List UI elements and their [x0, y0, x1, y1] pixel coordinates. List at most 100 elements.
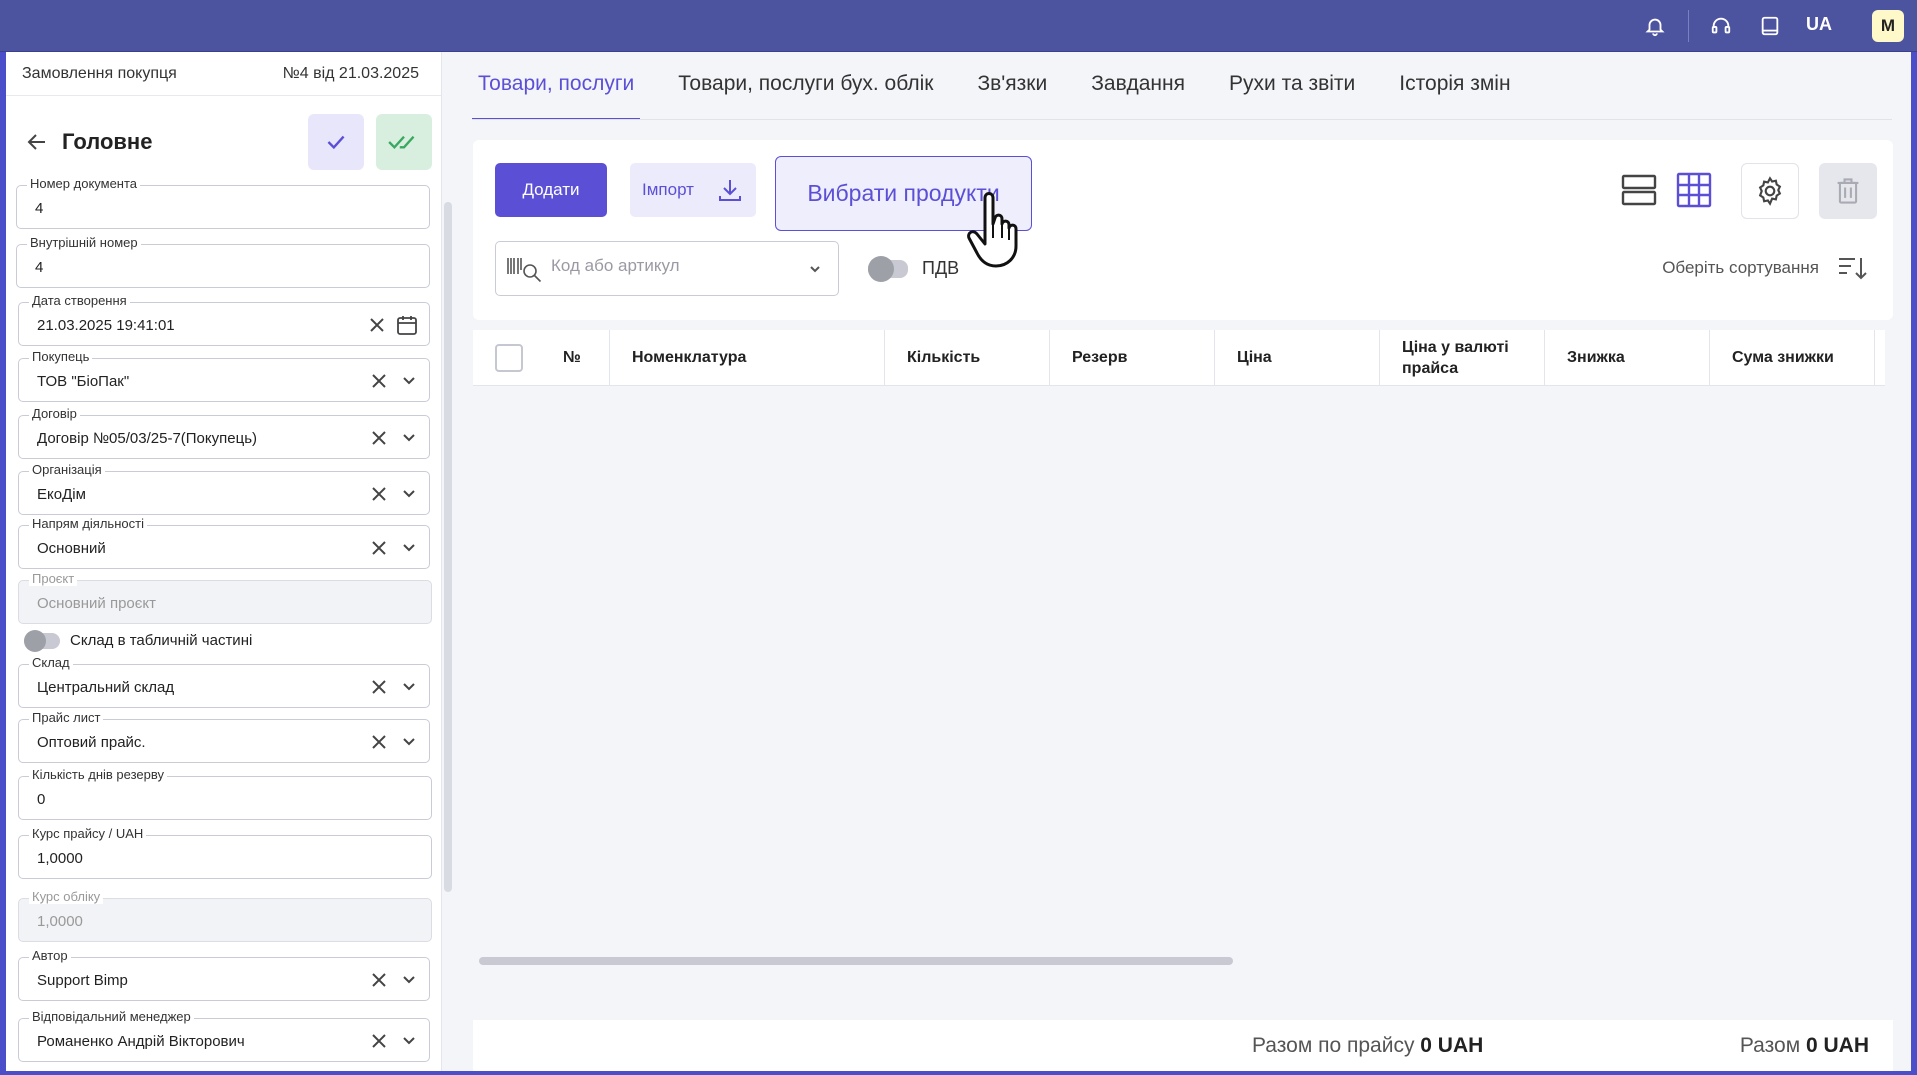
- totals-footer: Разом по прайсу 0 UAH Разом 0 UAH: [473, 1020, 1893, 1071]
- select-all-checkbox[interactable]: [495, 343, 523, 372]
- manager-select[interactable]: Відповідальний менеджер Романенко Андрій…: [18, 1009, 430, 1062]
- price-list-select[interactable]: Прайс лист Оптовий прайс.: [18, 710, 430, 763]
- toggle-switch[interactable]: [868, 255, 908, 282]
- column-header-number[interactable]: №: [541, 329, 610, 386]
- internal-number-field[interactable]: Внутрішній номер 4: [16, 235, 430, 288]
- toggle-label: Склад в табличній частині: [70, 632, 253, 649]
- tab-change-history[interactable]: Історія змін: [1393, 72, 1516, 120]
- delete-button[interactable]: [1819, 163, 1877, 219]
- reserve-days-field[interactable]: Кількість днів резерву 0: [18, 767, 432, 820]
- column-header-discount-sum[interactable]: Сума знижки: [1710, 329, 1875, 386]
- chevron-down-icon[interactable]: [401, 734, 417, 750]
- chevron-down-icon[interactable]: [401, 430, 417, 446]
- select-all-cell: [473, 330, 541, 386]
- field-value: Основний: [37, 540, 106, 557]
- grid-view-icon[interactable]: [1674, 170, 1714, 210]
- chevron-down-icon[interactable]: [401, 679, 417, 695]
- left-panel-scrollbar[interactable]: [444, 202, 452, 892]
- contract-select[interactable]: Договір Договір №05/03/25-7(Покупець): [18, 406, 430, 459]
- table-horizontal-scrollbar[interactable]: [479, 957, 1233, 965]
- organization-select[interactable]: Організація ЕкоДім: [18, 462, 430, 515]
- calendar-icon[interactable]: [395, 313, 419, 337]
- section-title: Головне: [62, 129, 153, 154]
- field-value: 1,0000: [37, 850, 83, 867]
- section-title-row: Головне: [22, 112, 432, 172]
- column-header-reserve[interactable]: Резерв: [1050, 329, 1215, 386]
- clear-icon[interactable]: [369, 538, 389, 558]
- field-label: Курс обліку: [29, 889, 104, 904]
- tab-goods-accounting[interactable]: Товари, послуги бух. облік: [672, 72, 939, 120]
- column-header-discount[interactable]: Знижка: [1545, 329, 1710, 386]
- field-label: Склад: [29, 655, 73, 670]
- clear-icon[interactable]: [369, 484, 389, 504]
- author-select[interactable]: Автор Support Bimp: [18, 948, 430, 1001]
- total-value: 0 UAH: [1805, 1034, 1869, 1057]
- field-label: Напрям діяльності: [29, 516, 147, 531]
- total-label: Разом: [1739, 1034, 1801, 1057]
- clear-icon[interactable]: [369, 677, 389, 697]
- clear-icon[interactable]: [369, 732, 389, 752]
- buyer-select[interactable]: Покупець ТОВ "БіоПак": [18, 349, 430, 402]
- code-search-select[interactable]: [495, 241, 839, 296]
- field-label: Кількість днів резерву: [29, 767, 167, 782]
- field-label: Прайс лист: [29, 710, 104, 725]
- tab-movements-reports[interactable]: Рухи та звіти: [1223, 72, 1361, 120]
- chevron-down-icon[interactable]: [401, 972, 417, 988]
- field-value: 21.03.2025 19:41:01: [37, 317, 175, 334]
- gear-icon: [1758, 176, 1782, 206]
- sort-select[interactable]: Оберіть сортування: [1662, 254, 1869, 282]
- import-button[interactable]: Імпорт: [630, 163, 756, 217]
- avatar[interactable]: M: [1872, 10, 1904, 42]
- field-value: ТОВ "БіоПак": [37, 373, 130, 390]
- toggle-switch[interactable]: [24, 629, 60, 652]
- warehouse-in-table-toggle[interactable]: Склад в табличній частині: [24, 629, 253, 652]
- sort-label: Оберіть сортування: [1662, 258, 1819, 277]
- check-icon: [327, 135, 345, 150]
- chevron-down-icon[interactable]: [401, 486, 417, 502]
- hand-cursor-icon: [967, 192, 1018, 268]
- column-header-price[interactable]: Ціна: [1215, 329, 1380, 386]
- arrow-left-icon[interactable]: [22, 127, 52, 157]
- document-header: Замовлення покупця №4 від 21.03.2025: [6, 52, 441, 96]
- vat-toggle[interactable]: ПДВ: [868, 255, 959, 282]
- tab-goods-services[interactable]: Товари, послуги: [472, 72, 641, 120]
- created-date-field[interactable]: Дата створення 21.03.2025 19:41:01: [18, 293, 430, 346]
- language-switch[interactable]: UA: [1806, 14, 1832, 35]
- code-search-input[interactable]: [551, 256, 781, 276]
- settings-button[interactable]: [1741, 163, 1799, 219]
- tabs-divider: [472, 119, 1892, 120]
- tab-links[interactable]: Зв'язки: [971, 72, 1053, 120]
- activity-select[interactable]: Напрям діяльності Основний: [18, 516, 430, 569]
- warehouse-select[interactable]: Склад Центральний склад: [18, 655, 430, 708]
- trash-icon: [1837, 178, 1859, 204]
- book-icon[interactable]: [1756, 12, 1784, 40]
- chevron-down-icon[interactable]: [401, 1033, 417, 1049]
- save-button[interactable]: [308, 114, 364, 170]
- table-header: № Номенклатура Кількість Резерв Ціна Цін…: [473, 329, 1885, 386]
- tab-tasks[interactable]: Завдання: [1085, 72, 1191, 120]
- price-rate-field[interactable]: Курс прайсу / UAH 1,0000: [18, 826, 432, 879]
- field-label: Курс прайсу / UAH: [29, 826, 147, 841]
- field-label: Проєкт: [29, 571, 78, 586]
- clear-icon[interactable]: [369, 428, 389, 448]
- clear-icon[interactable]: [369, 1031, 389, 1051]
- column-header-quantity[interactable]: Кількість: [885, 329, 1050, 386]
- column-header-price-list-currency[interactable]: Ціна у валюті прайса: [1380, 329, 1545, 386]
- account-rate-field: Курс обліку 1,0000: [18, 889, 432, 942]
- headset-icon[interactable]: [1707, 12, 1735, 40]
- chevron-down-icon[interactable]: [401, 373, 417, 389]
- clear-icon[interactable]: [367, 315, 387, 335]
- clear-icon[interactable]: [369, 970, 389, 990]
- bell-icon[interactable]: [1641, 12, 1669, 40]
- field-value: Support Bimp: [37, 972, 128, 989]
- add-button[interactable]: Додати: [495, 163, 607, 217]
- column-header-nomenclature[interactable]: Номенклатура: [610, 329, 885, 386]
- list-view-icon[interactable]: [1619, 170, 1659, 210]
- post-button[interactable]: [376, 114, 432, 170]
- import-label: Імпорт: [642, 180, 694, 199]
- chevron-down-icon[interactable]: [808, 262, 822, 276]
- clear-icon[interactable]: [369, 371, 389, 391]
- doc-number-field[interactable]: Номер документа 4: [16, 176, 430, 229]
- field-value: 4: [35, 259, 44, 276]
- chevron-down-icon[interactable]: [401, 540, 417, 556]
